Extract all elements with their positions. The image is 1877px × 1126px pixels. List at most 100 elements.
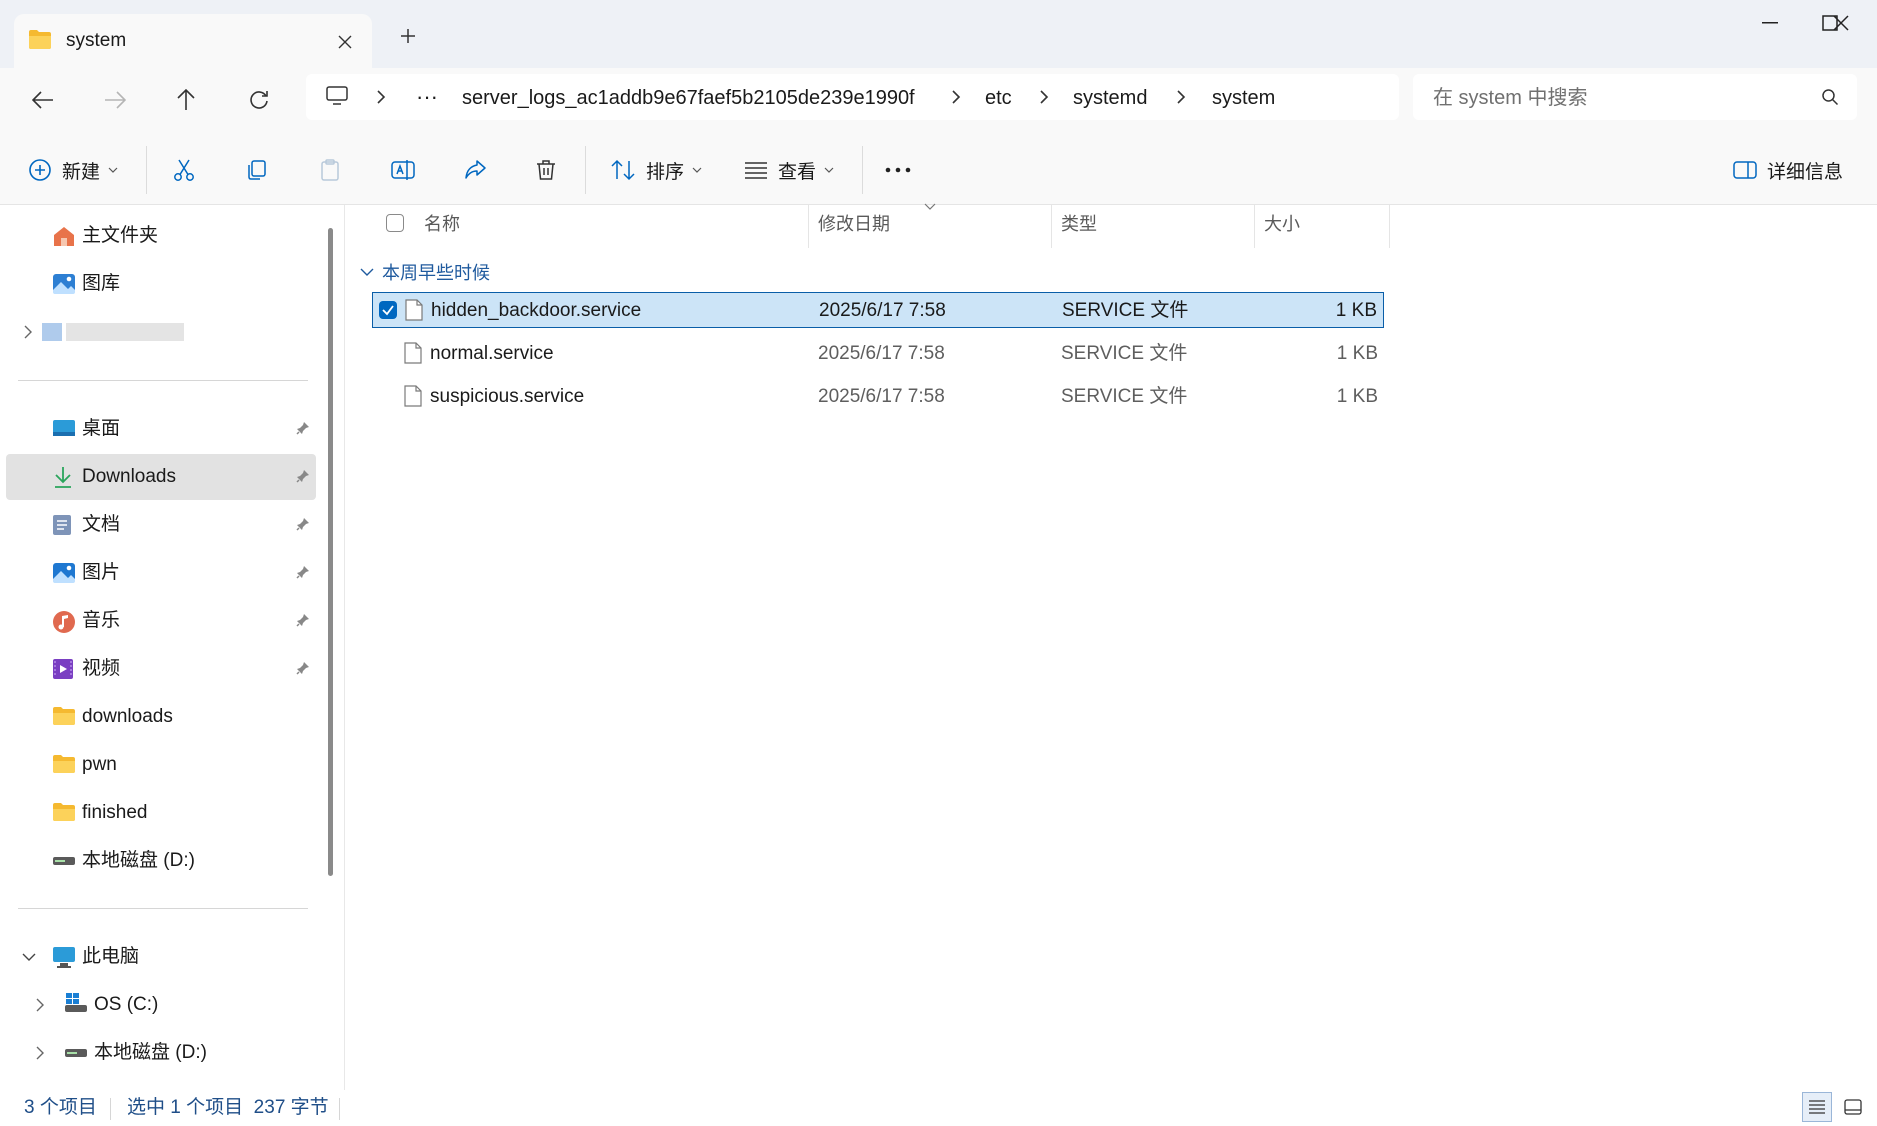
share-button[interactable]: [463, 150, 487, 190]
sidebar-item-label: 图库: [82, 273, 121, 294]
sidebar-item-videos[interactable]: 视频: [6, 646, 316, 692]
sidebar-item-finished[interactable]: finished: [6, 790, 316, 836]
column-header-type[interactable]: 类型: [1061, 212, 1097, 236]
video-icon: [52, 658, 74, 680]
column-header-size[interactable]: 大小: [1264, 212, 1300, 236]
view-button[interactable]: 查看: [744, 150, 834, 190]
sidebar-item-blurred-account[interactable]: [6, 309, 316, 355]
column-header-name[interactable]: 名称: [424, 212, 460, 236]
pin-icon[interactable]: [296, 421, 310, 435]
copy-button[interactable]: [244, 150, 268, 190]
sidebar-item-drive-c[interactable]: OS (C:): [6, 982, 316, 1028]
sidebar-item-drive-d[interactable]: 本地磁盘 (D:): [6, 838, 316, 884]
breadcrumb-item[interactable]: server_logs_ac1addb9e67faef5b2105de239e1…: [462, 86, 915, 110]
group-header[interactable]: 本周早些时候: [360, 258, 490, 286]
chevron-right-icon[interactable]: [36, 998, 44, 1012]
sidebar-item-pwn[interactable]: pwn: [6, 742, 316, 788]
sidebar-item-gallery[interactable]: 图库: [6, 261, 316, 307]
file-type: SERVICE 文件: [1061, 386, 1188, 407]
status-selection: 选中 1 个项目 237 字节: [127, 1097, 329, 1118]
status-divider: [339, 1098, 340, 1120]
sidebar-item-documents[interactable]: 文档: [6, 502, 316, 548]
view-list-icon: [744, 161, 768, 179]
sidebar-item-drive-d2[interactable]: 本地磁盘 (D:): [6, 1030, 316, 1076]
pin-icon[interactable]: [296, 613, 310, 627]
search-icon[interactable]: [1821, 88, 1839, 106]
file-modified: 2025/6/17 7:58: [819, 300, 946, 321]
search-input[interactable]: [1431, 83, 1805, 113]
new-tab-button[interactable]: [394, 22, 422, 50]
paste-button[interactable]: [318, 150, 342, 190]
file-icon: [404, 342, 422, 364]
copy-icon: [244, 158, 268, 182]
chevron-right-icon[interactable]: [951, 89, 961, 105]
refresh-button[interactable]: [239, 80, 279, 120]
chevron-right-icon[interactable]: [1039, 89, 1049, 105]
forward-button[interactable]: [95, 80, 135, 120]
address-bar[interactable]: ··· server_logs_ac1addb9e67faef5b2105de2…: [306, 74, 1399, 120]
sidebar-item-label: 视频: [82, 658, 121, 679]
sidebar-item-downloads[interactable]: Downloads: [6, 454, 316, 500]
chevron-right-icon[interactable]: [1176, 89, 1186, 105]
column-divider[interactable]: [1389, 204, 1390, 248]
table-row[interactable]: suspicious.service 2025/6/17 7:58 SERVIC…: [372, 379, 1384, 415]
pin-icon[interactable]: [296, 517, 310, 531]
status-item-count: 3 个项目: [24, 1097, 97, 1118]
back-button[interactable]: [23, 80, 63, 120]
select-all-checkbox[interactable]: [386, 214, 404, 232]
pin-icon[interactable]: [296, 565, 310, 579]
close-icon[interactable]: [1811, 8, 1871, 38]
file-size: 1 KB: [1335, 300, 1377, 321]
gallery-icon: [52, 273, 76, 295]
sidebar-item-label: 桌面: [82, 418, 121, 439]
tab-system[interactable]: system: [14, 14, 372, 68]
new-button[interactable]: 新建: [28, 150, 118, 190]
sidebar-item-downloads-folder[interactable]: downloads: [6, 694, 316, 740]
minimize-button[interactable]: [1740, 8, 1800, 38]
plus-circle-icon: [28, 158, 52, 182]
column-header-modified[interactable]: 修改日期: [818, 212, 890, 236]
sidebar-item-label: finished: [82, 802, 148, 823]
file-name[interactable]: hidden_backdoor.service: [431, 299, 641, 323]
chevron-right-icon[interactable]: [24, 325, 32, 339]
sidebar-item-music[interactable]: 音乐: [6, 598, 316, 644]
row-checkbox[interactable]: [379, 301, 397, 319]
close-tab-icon[interactable]: [332, 29, 358, 55]
more-path-icon[interactable]: ···: [416, 84, 438, 110]
chevron-right-icon[interactable]: [36, 1046, 44, 1060]
pin-icon[interactable]: [296, 469, 310, 483]
table-row[interactable]: normal.service 2025/6/17 7:58 SERVICE 文件…: [372, 336, 1384, 372]
details-view-icon: [1808, 1099, 1826, 1115]
column-divider[interactable]: [1051, 204, 1052, 248]
cut-button[interactable]: [172, 150, 196, 190]
breadcrumb-item[interactable]: systemd: [1073, 86, 1147, 110]
sort-button[interactable]: 排序: [610, 150, 702, 190]
sort-caret-icon: [924, 203, 936, 210]
more-options-button[interactable]: [884, 150, 912, 190]
tiles-view-button[interactable]: [1838, 1092, 1868, 1122]
pin-icon[interactable]: [296, 661, 310, 675]
sidebar-item-label: 此电脑: [82, 946, 140, 967]
chevron-right-icon[interactable]: [376, 89, 386, 105]
table-row[interactable]: hidden_backdoor.service 2025/6/17 7:58 S…: [372, 292, 1384, 328]
column-divider[interactable]: [808, 204, 809, 248]
sidebar-item-this-pc[interactable]: 此电脑: [6, 934, 316, 980]
breadcrumb-item[interactable]: etc: [985, 86, 1012, 110]
file-name[interactable]: normal.service: [430, 342, 554, 366]
sidebar-item-pictures[interactable]: 图片: [6, 550, 316, 596]
sidebar-item-home[interactable]: 主文件夹: [6, 213, 316, 259]
column-divider[interactable]: [1254, 204, 1255, 248]
up-button[interactable]: [166, 80, 206, 120]
pc-icon[interactable]: [326, 86, 348, 106]
file-name[interactable]: suspicious.service: [430, 385, 584, 409]
pictures-icon: [52, 562, 76, 584]
breadcrumb-current[interactable]: system: [1212, 86, 1275, 110]
details-view-button[interactable]: [1802, 1092, 1832, 1122]
search-box[interactable]: [1413, 74, 1857, 120]
sidebar-item-desktop[interactable]: 桌面: [6, 406, 316, 452]
details-pane-button[interactable]: 详细信息: [1733, 150, 1843, 190]
sidebar-scrollbar[interactable]: [328, 228, 333, 876]
rename-button[interactable]: [390, 150, 416, 190]
chevron-down-icon[interactable]: [22, 953, 36, 961]
delete-button[interactable]: [534, 150, 558, 190]
